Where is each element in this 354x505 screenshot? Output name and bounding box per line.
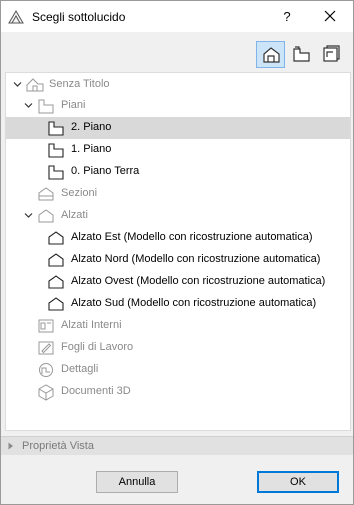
tree-label: 2. Piano bbox=[71, 121, 112, 133]
window-title: Scegli sottolucido bbox=[32, 10, 126, 24]
elevation-icon bbox=[48, 253, 64, 267]
tree-item-piano-1[interactable]: 1. Piano bbox=[6, 139, 350, 161]
archicad-app-icon bbox=[8, 9, 24, 25]
caret-right-icon[interactable] bbox=[8, 442, 14, 450]
view-properties-label: Proprietà Vista bbox=[22, 440, 94, 452]
tree-label: 1. Piano bbox=[71, 143, 112, 155]
tree-label: Documenti 3D bbox=[61, 385, 131, 397]
view-map-icon bbox=[263, 47, 280, 63]
3d-document-icon bbox=[38, 384, 54, 401]
elevation-icon bbox=[48, 231, 64, 245]
tree-label: Alzato Nord (Modello con ricostruzione a… bbox=[71, 253, 321, 265]
title-bar: Scegli sottolucido ? bbox=[1, 1, 353, 32]
section-icon bbox=[38, 187, 54, 201]
tree-label: Sezioni bbox=[61, 187, 98, 199]
tree-label: Alzato Sud (Modello con ricostruzione au… bbox=[71, 297, 317, 309]
close-icon bbox=[324, 10, 336, 22]
help-button[interactable]: ? bbox=[269, 5, 305, 29]
project-icon bbox=[26, 78, 44, 92]
layout-book-icon bbox=[293, 46, 310, 62]
detail-icon bbox=[39, 363, 53, 377]
tree-item-piano-2[interactable]: 2. Piano bbox=[6, 117, 350, 139]
view-properties-panel[interactable]: Proprietà Vista bbox=[1, 436, 353, 455]
elevation-icon bbox=[48, 275, 64, 289]
tree-item-piano-0[interactable]: 0. Piano Terra bbox=[6, 161, 350, 183]
floor-plan-icon bbox=[48, 143, 64, 158]
floor-plan-icon bbox=[48, 165, 64, 180]
tree-label: Senza Titolo bbox=[49, 78, 110, 90]
tree-item-alzato-ovest[interactable]: Alzato Ovest (Modello con ricostruzione … bbox=[6, 271, 350, 293]
tree-item-alzati-interni[interactable]: Alzati Interni bbox=[6, 315, 350, 337]
floor-plan-icon bbox=[48, 121, 64, 136]
layout-book-button[interactable] bbox=[287, 41, 316, 68]
tree-item-root[interactable]: Senza Titolo bbox=[6, 74, 350, 96]
tree-label: Alzato Est (Modello con ricostruzione au… bbox=[71, 231, 313, 243]
tree-item-alzati[interactable]: Alzati bbox=[6, 205, 350, 227]
chevron-down-icon[interactable] bbox=[24, 101, 33, 110]
tree-item-fogli-di-lavoro[interactable]: Fogli di Lavoro bbox=[6, 337, 350, 359]
view-map-button[interactable] bbox=[256, 41, 285, 68]
tree-item-dettagli[interactable]: Dettagli bbox=[6, 359, 350, 381]
worksheet-icon bbox=[38, 341, 54, 355]
chevron-down-icon[interactable] bbox=[13, 80, 22, 89]
chevron-down-icon[interactable] bbox=[24, 211, 33, 220]
publisher-sets-icon bbox=[323, 45, 340, 62]
tree-label: Alzati bbox=[61, 209, 88, 221]
ok-button[interactable]: OK bbox=[257, 471, 339, 493]
tree-item-alzato-est[interactable]: Alzato Est (Modello con ricostruzione au… bbox=[6, 227, 350, 249]
tree-item-alzato-sud[interactable]: Alzato Sud (Modello con ricostruzione au… bbox=[6, 293, 350, 315]
tree-item-documenti-3d[interactable]: Documenti 3D bbox=[6, 381, 350, 403]
tree-item-sezioni[interactable]: Sezioni bbox=[6, 183, 350, 205]
tree-label: Alzati Interni bbox=[61, 319, 122, 331]
elevation-folder-icon bbox=[38, 209, 54, 223]
floor-plan-folder-icon bbox=[38, 99, 54, 114]
tree-item-piani[interactable]: Piani bbox=[6, 95, 350, 117]
tree-label: Piani bbox=[61, 99, 86, 111]
interior-elevation-icon bbox=[38, 319, 54, 333]
tree-label: 0. Piano Terra bbox=[71, 165, 140, 177]
cancel-button[interactable]: Annulla bbox=[96, 471, 178, 493]
close-button[interactable] bbox=[313, 5, 349, 29]
tree-item-alzato-nord[interactable]: Alzato Nord (Modello con ricostruzione a… bbox=[6, 249, 350, 271]
tree-label: Alzato Ovest (Modello con ricostruzione … bbox=[71, 275, 326, 287]
tree-label: Dettagli bbox=[61, 363, 99, 375]
view-tree[interactable]: Senza Titolo Piani 2. Piano 1. Piano 0. … bbox=[5, 72, 351, 431]
dialog-window: Scegli sottolucido ? Senza Titolo Piani … bbox=[0, 0, 354, 505]
elevation-icon bbox=[48, 297, 64, 311]
tree-label: Fogli di Lavoro bbox=[61, 341, 134, 353]
publisher-sets-button[interactable] bbox=[317, 41, 346, 68]
